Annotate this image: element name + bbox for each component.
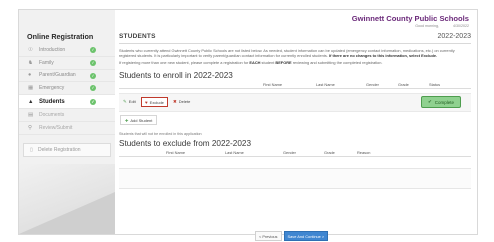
delete-registration-button[interactable]: ▯ Delete Registration	[23, 142, 111, 157]
sidebar-item-label: Emergency	[39, 85, 65, 92]
registration-window: Gwinnett County Public Schools Good morn…	[18, 9, 478, 235]
enroll-heading: Students to enroll in 2022-2023	[119, 71, 233, 81]
sidebar-item-emergency[interactable]: ▦ Emergency ✓	[19, 82, 115, 96]
sidebar-item-label: Parent/Guardian	[39, 72, 76, 79]
column-reason: Reason	[357, 150, 371, 156]
person-icon: ●	[28, 72, 32, 79]
instructions-text: Students who currently attend Gwinnett C…	[119, 48, 471, 58]
sidebar-item-introduction[interactable]: ☉ Introduction ✓	[19, 44, 115, 57]
plus-icon: ✚	[125, 117, 129, 123]
search-icon: ⚲	[28, 124, 33, 131]
check-icon: ✓	[90, 85, 96, 92]
sidebar-item-parent-guardian[interactable]: ● Parent/Guardian ✓	[19, 70, 115, 83]
instructions-emphasis: If there are no changes to this informat…	[329, 53, 438, 59]
registering-text-c: reviewing and submitting the completed r…	[292, 60, 383, 66]
column-status: Status	[429, 82, 441, 88]
sidebar-item-label: Review/Submit	[39, 124, 73, 131]
edit-button[interactable]: ✎ Edit	[123, 98, 136, 105]
greeting-line: Good morning, 4/30/2022	[352, 24, 469, 28]
sidebar-item-students[interactable]: ▲ Students ✓	[19, 95, 115, 110]
sidebar-item-label: Documents	[39, 112, 65, 119]
registering-text-a: If registering more than one new student…	[119, 60, 249, 66]
table-row: ✎ Edit ♥ Exclude ✖ Delete ✔ Complete	[119, 93, 471, 113]
school-year: 2022-2023	[437, 33, 471, 40]
sidebar-item-label: Family	[39, 59, 54, 66]
complete-label: Complete	[434, 99, 455, 105]
check-icon: ✓	[90, 47, 96, 53]
registering-note: If registering more than one new student…	[119, 60, 471, 65]
sidebar-item-documents[interactable]: ▤ Documents	[19, 109, 115, 122]
column-last-name: Last Name	[225, 150, 244, 156]
graduation-cap-icon: ▲	[28, 98, 34, 105]
add-student-button[interactable]: ✚ Add Student	[120, 115, 158, 126]
add-student-area: ✚ Add Student	[119, 112, 471, 128]
add-student-label: Add Student	[130, 117, 153, 123]
greeting-text: Good morning,	[415, 24, 439, 28]
check-icon: ✓	[90, 59, 96, 66]
building-icon: ▦	[28, 85, 34, 92]
light-bulb-icon: ☉	[28, 46, 33, 53]
column-grade: Grade	[398, 82, 409, 88]
footer-navigation: < Previous Save And Continue >	[255, 231, 329, 241]
exclude-label: Exclude	[149, 99, 164, 105]
not-enrolled-note: Students that will not be enrolled in th…	[119, 132, 202, 137]
sidebar-decoration-shape	[19, 192, 115, 234]
complete-status-button[interactable]: ✔ Complete	[421, 96, 461, 109]
column-gender: Gender	[366, 82, 379, 88]
registering-bold-before: BEFORE	[275, 60, 292, 66]
pencil-icon: ✎	[123, 99, 127, 105]
registering-text-b: student	[261, 60, 275, 66]
exclude-button[interactable]: ♥ Exclude	[141, 97, 168, 108]
sidebar-item-label: Students	[39, 98, 65, 105]
delete-registration-label: Delete Registration	[38, 146, 81, 153]
column-first-name: First Name	[263, 82, 283, 88]
column-first-name: First Name	[166, 150, 186, 156]
header: Gwinnett County Public Schools Good morn…	[352, 14, 469, 28]
sidebar-item-review-submit[interactable]: ⚲ Review/Submit	[19, 122, 115, 135]
family-icon: ♞	[28, 59, 33, 66]
enroll-table-header: First Name Last Name Gender Grade Status	[119, 80, 471, 90]
excluded-students-list	[119, 168, 471, 190]
previous-button[interactable]: < Previous	[255, 231, 282, 241]
column-grade: Grade	[324, 150, 335, 156]
save-and-continue-button[interactable]: Save And Continue >	[283, 231, 329, 241]
sidebar: Online Registration ☉ Introduction ✓ ♞ F…	[19, 31, 115, 157]
check-circle-icon: ✔	[427, 99, 432, 105]
registering-bold-each: EACH	[249, 60, 261, 66]
close-icon: ✖	[173, 99, 177, 105]
sidebar-item-label: Introduction	[39, 46, 66, 53]
check-icon: ✓	[90, 98, 96, 105]
trash-icon: ▯	[30, 146, 33, 153]
exclude-table-header: First Name Last Name Gender Grade Reason	[119, 148, 471, 158]
main-content: STUDENTS 2022-2023 Students who currentl…	[119, 30, 471, 190]
section-header: STUDENTS 2022-2023	[119, 30, 471, 44]
delete-label: Delete	[178, 99, 191, 105]
check-icon: ✓	[90, 72, 96, 79]
column-last-name: Last Name	[316, 82, 335, 88]
school-name: Gwinnett County Public Schools	[351, 14, 469, 23]
delete-button[interactable]: ✖ Delete	[173, 98, 190, 105]
sidebar-item-family[interactable]: ♞ Family ✓	[19, 57, 115, 70]
column-gender: Gender	[283, 150, 296, 156]
sidebar-title: Online Registration	[27, 32, 94, 41]
section-title: STUDENTS	[119, 33, 156, 40]
edit-label: Edit	[128, 99, 136, 105]
exclude-heading: Students to exclude from 2022-2023	[119, 139, 251, 149]
document-icon: ▤	[28, 112, 34, 119]
heart-icon: ♥	[145, 99, 148, 105]
current-date: 4/30/2022	[453, 24, 469, 28]
